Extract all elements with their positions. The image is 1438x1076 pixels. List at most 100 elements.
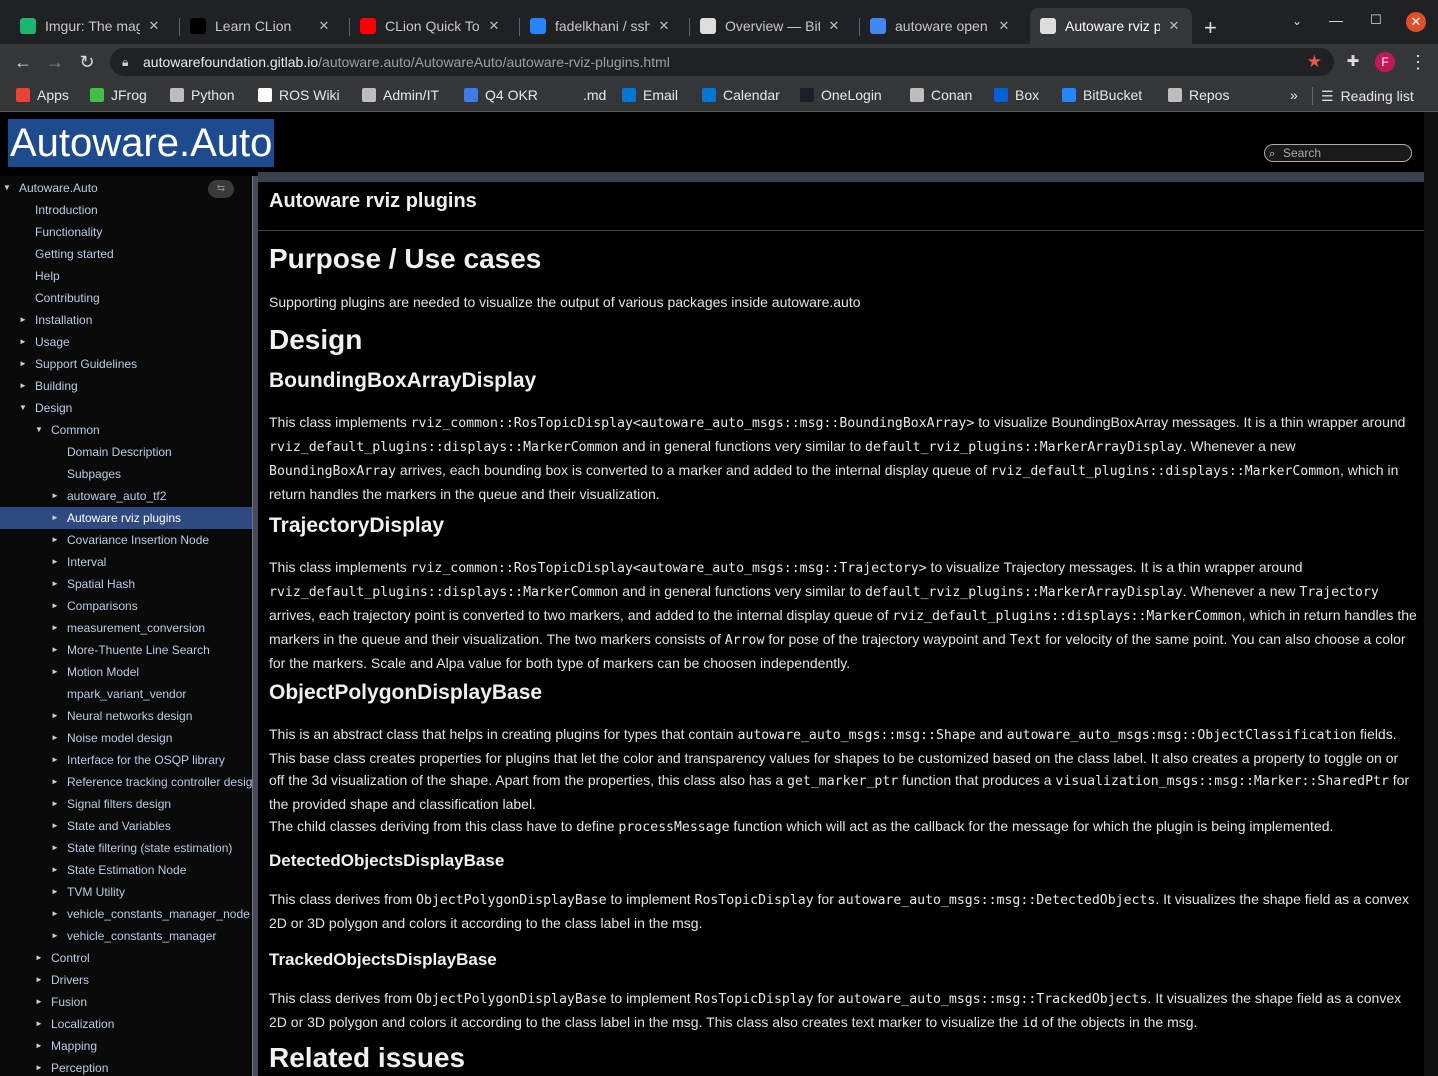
sidebar-item[interactable]: ► Fusion — [0, 991, 252, 1013]
collapsed-arrow-icon[interactable]: ► — [51, 771, 59, 793]
bookmark-q4-okr[interactable]: Q4 OKR — [464, 87, 538, 103]
tab-5[interactable]: Overview — Bit ✕ — [690, 8, 852, 44]
back-icon[interactable]: ← — [13, 52, 33, 72]
reload-icon[interactable]: ↻ — [77, 52, 97, 72]
collapsed-arrow-icon[interactable]: ► — [51, 859, 59, 881]
tab-7[interactable]: Autoware rviz p ✕ — [1030, 8, 1192, 44]
collapsed-arrow-icon[interactable]: ► — [19, 331, 27, 353]
collapsed-arrow-icon[interactable]: ► — [51, 881, 59, 903]
maximize-icon[interactable]: ☐ — [1366, 12, 1386, 28]
bookmark-star-icon[interactable]: ★ — [1307, 48, 1322, 76]
sidebar-item[interactable]: Introduction — [0, 199, 252, 221]
close-tab-icon[interactable]: ✕ — [656, 18, 672, 34]
tab-3[interactable]: CLion Quick To ✕ — [350, 8, 512, 44]
minimize-icon[interactable]: — — [1326, 12, 1346, 28]
sidebar-item[interactable]: ► measurement_conversion — [0, 617, 252, 639]
close-tab-icon[interactable]: ✕ — [826, 18, 842, 34]
sidebar-item[interactable]: ► Installation — [0, 309, 252, 331]
sidebar-item[interactable]: ► vehicle_constants_manager — [0, 925, 252, 947]
bookmark-bitbucket[interactable]: BitBucket — [1062, 87, 1142, 103]
sidebar-item[interactable]: Domain Description — [0, 441, 252, 463]
sidebar-item[interactable]: ► State and Variables — [0, 815, 252, 837]
sidebar-item[interactable]: mpark_variant_vendor — [0, 683, 252, 705]
search-input[interactable]: ⌕ Search — [1264, 144, 1412, 162]
collapsed-arrow-icon[interactable]: ► — [35, 1035, 43, 1057]
sidebar-item[interactable]: ▼ Design — [0, 397, 252, 419]
bookmark-ros-wiki[interactable]: ROS Wiki — [258, 87, 340, 103]
sidebar-item[interactable]: ► Interval — [0, 551, 252, 573]
collapsed-arrow-icon[interactable]: ► — [51, 595, 59, 617]
tab-2[interactable]: Learn CLion ✕ — [180, 8, 342, 44]
sidebar-item[interactable]: Help — [0, 265, 252, 287]
close-tab-icon[interactable]: ✕ — [1166, 18, 1182, 34]
profile-avatar[interactable]: F — [1375, 52, 1395, 72]
sidebar-item[interactable]: ► Comparisons — [0, 595, 252, 617]
extensions-icon[interactable]: ✚ — [1343, 52, 1363, 72]
collapsed-arrow-icon[interactable]: ► — [51, 639, 59, 661]
bookmark-admin-it[interactable]: Admin/IT — [362, 87, 439, 103]
collapsed-arrow-icon[interactable]: ► — [51, 661, 59, 683]
collapsed-arrow-icon[interactable]: ► — [51, 727, 59, 749]
tab-6[interactable]: autoware open ✕ — [860, 8, 1022, 44]
sidebar-item[interactable]: ► Interface for the OSQP library — [0, 749, 252, 771]
sidebar-item[interactable]: ▼ Common — [0, 419, 252, 441]
collapsed-arrow-icon[interactable]: ► — [51, 617, 59, 639]
bookmark-jfrog[interactable]: JFrog — [90, 87, 147, 103]
expanded-arrow-icon[interactable]: ▼ — [19, 397, 27, 419]
sidebar-item[interactable]: Subpages — [0, 463, 252, 485]
sidebar-item[interactable]: ► Control — [0, 947, 252, 969]
collapsed-arrow-icon[interactable]: ► — [51, 507, 59, 529]
sidebar-item[interactable]: ► State Estimation Node — [0, 859, 252, 881]
bookmark-box[interactable]: Box — [994, 87, 1039, 103]
sidebar-item[interactable]: Contributing — [0, 287, 252, 309]
new-tab-button[interactable]: + — [1204, 10, 1234, 46]
collapsed-arrow-icon[interactable]: ► — [51, 903, 59, 925]
bookmark-apps[interactable]: Apps — [16, 87, 69, 103]
collapsed-arrow-icon[interactable]: ► — [51, 749, 59, 771]
menu-icon[interactable]: ⋮ — [1408, 52, 1428, 72]
expanded-arrow-icon[interactable]: ▼ — [35, 419, 43, 441]
sidebar-item[interactable]: ► Perception — [0, 1057, 252, 1076]
sidebar-item[interactable]: ► Motion Model — [0, 661, 252, 683]
sidebar-item[interactable]: ► More-Thuente Line Search — [0, 639, 252, 661]
sidebar-item[interactable]: ► TVM Utility — [0, 881, 252, 903]
page-scrollbar[interactable] — [1424, 112, 1438, 1076]
bookmark-onelogin[interactable]: OneLogin — [800, 87, 882, 103]
collapsed-arrow-icon[interactable]: ► — [51, 705, 59, 727]
collapsed-arrow-icon[interactable]: ► — [35, 991, 43, 1013]
address-bar[interactable]: 🔒︎ autowarefoundation.gitlab.io/autoware… — [110, 48, 1334, 76]
tab-4[interactable]: fadelkhani / ssh ✕ — [520, 8, 682, 44]
collapsed-arrow-icon[interactable]: ► — [51, 837, 59, 859]
collapsed-arrow-icon[interactable]: ► — [51, 485, 59, 507]
collapsed-arrow-icon[interactable]: ► — [51, 925, 59, 947]
expanded-arrow-icon[interactable]: ▼ — [3, 177, 11, 199]
sidebar-item[interactable]: ► Neural networks design — [0, 705, 252, 727]
close-window-icon[interactable]: ✕ — [1406, 12, 1426, 32]
sidebar-item[interactable]: ► Autoware rviz plugins — [0, 507, 252, 529]
close-tab-icon[interactable]: ✕ — [486, 18, 502, 34]
tab-1[interactable]: Imgur: The mag ✕ — [10, 8, 172, 44]
collapsed-arrow-icon[interactable]: ► — [19, 353, 27, 375]
collapsed-arrow-icon[interactable]: ► — [51, 815, 59, 837]
sidebar-item[interactable]: Getting started — [0, 243, 252, 265]
collapsed-arrow-icon[interactable]: ► — [35, 947, 43, 969]
sidebar-item[interactable]: ► Drivers — [0, 969, 252, 991]
sidebar-item[interactable]: ► Noise model design — [0, 727, 252, 749]
sidebar-item[interactable]: ► autoware_auto_tf2 — [0, 485, 252, 507]
close-tab-icon[interactable]: ✕ — [996, 18, 1012, 34]
sidebar-item[interactable]: ► Localization — [0, 1013, 252, 1035]
collapsed-arrow-icon[interactable]: ► — [35, 1057, 43, 1076]
bookmark-conan[interactable]: Conan — [910, 87, 972, 103]
sidebar-item[interactable]: ► State filtering (state estimation) — [0, 837, 252, 859]
bookmark-md[interactable]: .md — [562, 87, 606, 103]
collapsed-arrow-icon[interactable]: ► — [51, 529, 59, 551]
collapsed-arrow-icon[interactable]: ► — [51, 793, 59, 815]
tab-search-icon[interactable]: ⌄ — [1287, 14, 1307, 28]
collapsed-arrow-icon[interactable]: ► — [51, 573, 59, 595]
close-tab-icon[interactable]: ✕ — [146, 18, 162, 34]
collapsed-arrow-icon[interactable]: ► — [35, 969, 43, 991]
sidebar-item[interactable]: ► Signal filters design — [0, 793, 252, 815]
sidebar-item[interactable]: ► Usage — [0, 331, 252, 353]
sidebar-item[interactable]: ► Covariance Insertion Node — [0, 529, 252, 551]
reading-list-button[interactable]: ☰ Reading list — [1312, 87, 1414, 105]
